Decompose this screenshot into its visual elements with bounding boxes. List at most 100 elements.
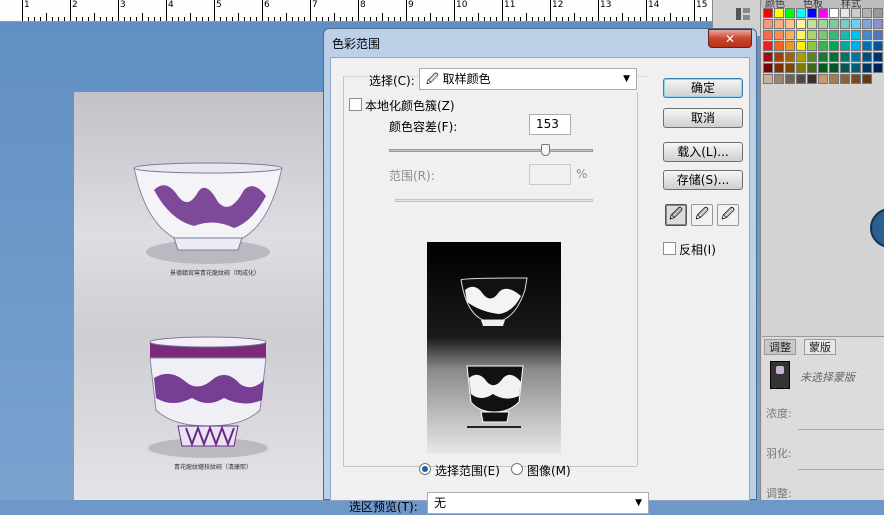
color-swatch[interactable]	[763, 30, 773, 40]
color-swatch[interactable]	[873, 41, 883, 51]
color-swatch[interactable]	[818, 30, 828, 40]
color-swatch[interactable]	[796, 19, 806, 29]
color-swatch[interactable]	[785, 74, 795, 84]
color-swatch[interactable]	[840, 41, 850, 51]
cancel-button[interactable]: 取消	[663, 108, 743, 128]
color-swatch[interactable]	[829, 19, 839, 29]
color-swatch[interactable]	[840, 30, 850, 40]
color-swatch[interactable]	[785, 8, 795, 18]
color-swatch[interactable]	[807, 19, 817, 29]
selection-preview[interactable]	[427, 242, 561, 454]
color-swatch[interactable]	[818, 41, 828, 51]
color-swatch[interactable]	[807, 8, 817, 18]
color-swatch[interactable]	[851, 8, 861, 18]
color-swatch[interactable]	[785, 63, 795, 73]
color-swatch[interactable]	[763, 74, 773, 84]
save-button[interactable]: 存储(S)...	[663, 170, 743, 190]
radio-image[interactable]	[511, 463, 523, 475]
color-swatch[interactable]	[829, 41, 839, 51]
color-swatch[interactable]	[774, 19, 784, 29]
color-swatch[interactable]	[807, 63, 817, 73]
color-swatch[interactable]	[862, 19, 872, 29]
color-swatch[interactable]	[818, 19, 828, 29]
color-swatch[interactable]	[763, 41, 773, 51]
color-swatch[interactable]	[840, 19, 850, 29]
ok-button[interactable]: 确定	[663, 78, 743, 98]
color-swatch[interactable]	[796, 30, 806, 40]
color-swatch[interactable]	[796, 41, 806, 51]
color-swatch[interactable]	[763, 8, 773, 18]
eyedropper-minus-button[interactable]: 🖉	[717, 204, 739, 226]
swatch-grid[interactable]	[763, 8, 884, 94]
color-swatch[interactable]	[774, 74, 784, 84]
select-dropdown[interactable]: 🖉 取样颜色 ▼	[419, 68, 637, 90]
color-swatch[interactable]	[851, 41, 861, 51]
load-button[interactable]: 载入(L)...	[663, 142, 743, 162]
density-slider[interactable]	[798, 429, 884, 430]
color-swatch[interactable]	[862, 52, 872, 62]
color-swatch[interactable]	[796, 63, 806, 73]
color-swatch[interactable]	[796, 74, 806, 84]
color-swatch[interactable]	[785, 30, 795, 40]
color-swatch[interactable]	[774, 52, 784, 62]
color-swatch[interactable]	[840, 74, 850, 84]
color-swatch[interactable]	[796, 8, 806, 18]
color-swatch[interactable]	[862, 74, 872, 84]
color-swatch[interactable]	[873, 30, 883, 40]
color-swatch[interactable]	[851, 30, 861, 40]
color-swatch[interactable]	[818, 63, 828, 73]
color-swatch[interactable]	[840, 52, 850, 62]
color-swatch[interactable]	[873, 19, 883, 29]
color-swatch[interactable]	[807, 41, 817, 51]
color-swatch[interactable]	[873, 52, 883, 62]
color-swatch[interactable]	[807, 52, 817, 62]
eyedropper-plus-button[interactable]: 🖉	[691, 204, 713, 226]
color-swatch[interactable]	[829, 63, 839, 73]
color-swatch[interactable]	[851, 63, 861, 73]
selection-preview-dropdown[interactable]: 无 ▼	[427, 492, 649, 514]
range-slider[interactable]	[395, 199, 593, 202]
color-swatch[interactable]	[763, 63, 773, 73]
color-swatch[interactable]	[763, 52, 773, 62]
tab-masks[interactable]: 蒙版	[804, 339, 836, 355]
color-swatch[interactable]	[774, 8, 784, 18]
fuzziness-input[interactable]: 153	[529, 114, 571, 135]
color-swatch[interactable]	[818, 52, 828, 62]
localized-clusters-checkbox[interactable]	[349, 98, 362, 111]
color-swatch[interactable]	[873, 63, 883, 73]
color-swatch[interactable]	[818, 8, 828, 18]
color-swatch[interactable]	[862, 30, 872, 40]
eyedropper-button[interactable]: 🖉	[665, 204, 687, 226]
color-swatch[interactable]	[829, 8, 839, 18]
color-swatch[interactable]	[851, 74, 861, 84]
color-swatch[interactable]	[829, 30, 839, 40]
color-swatch[interactable]	[763, 19, 773, 29]
color-swatch[interactable]	[851, 52, 861, 62]
color-swatch[interactable]	[818, 74, 828, 84]
color-swatch[interactable]	[807, 74, 817, 84]
color-swatch[interactable]	[807, 30, 817, 40]
color-swatch[interactable]	[785, 41, 795, 51]
color-swatch[interactable]	[862, 8, 872, 18]
fuzziness-slider-thumb[interactable]	[541, 144, 550, 156]
range-input[interactable]	[529, 164, 571, 185]
panel-toggle-icon[interactable]	[735, 6, 751, 22]
invert-checkbox[interactable]	[663, 242, 676, 255]
close-button[interactable]: ✕	[708, 29, 752, 48]
color-swatch[interactable]	[774, 41, 784, 51]
color-swatch[interactable]	[840, 63, 850, 73]
document-image[interactable]: 景德鎮官窯青花龍紋碗（明成化） 青花龍紋纏枝紋碗（清康熙）	[74, 92, 326, 500]
color-swatch[interactable]	[851, 19, 861, 29]
tab-adjustments[interactable]: 调整	[764, 339, 796, 355]
color-swatch[interactable]	[774, 30, 784, 40]
color-swatch[interactable]	[862, 41, 872, 51]
color-swatch[interactable]	[829, 52, 839, 62]
color-swatch[interactable]	[785, 19, 795, 29]
color-swatch[interactable]	[796, 52, 806, 62]
feather-slider[interactable]	[798, 469, 884, 470]
fuzziness-slider[interactable]	[389, 149, 593, 152]
radio-selection[interactable]	[419, 463, 431, 475]
color-swatch[interactable]	[785, 52, 795, 62]
color-swatch[interactable]	[873, 8, 883, 18]
color-swatch[interactable]	[829, 74, 839, 84]
